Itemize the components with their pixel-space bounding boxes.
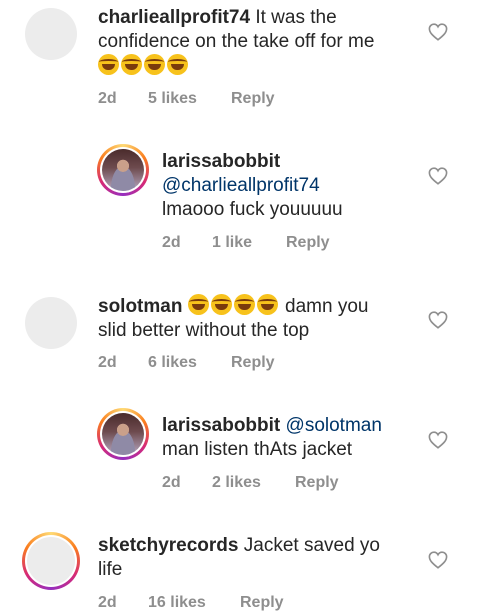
comment-time: 2d — [98, 594, 117, 611]
comment-username[interactable]: larissabobbit — [162, 415, 280, 436]
reply-button[interactable]: Reply — [286, 234, 330, 252]
face-with-tears-of-joy-emoji — [187, 294, 209, 315]
user-avatar[interactable] — [25, 297, 77, 349]
emoji-row — [98, 54, 190, 77]
comment-body-line1: It was the — [255, 7, 337, 28]
heart-outline-icon[interactable] — [428, 551, 448, 569]
comment-username[interactable]: larissabobbit — [162, 151, 280, 172]
reply-button[interactable]: Reply — [240, 594, 284, 612]
comment-text: larissabobbit @solotman man listen thAts… — [162, 414, 422, 462]
face-with-tears-of-joy-emoji — [233, 294, 255, 315]
face-with-tears-of-joy-emoji — [121, 54, 142, 75]
face-with-tears-of-joy-emoji — [98, 54, 119, 75]
comment-body-line2: slid better without the top — [98, 320, 310, 341]
face-with-tears-of-joy-emoji — [210, 294, 232, 315]
comment-username[interactable]: sketchyrecords — [98, 535, 238, 556]
comment-likes[interactable]: 2 likes — [212, 474, 261, 492]
emoji-row — [187, 294, 285, 317]
reply-button[interactable]: Reply — [231, 90, 275, 108]
comment-likes[interactable]: 1 like — [212, 234, 252, 252]
comment-body-line1: damn you — [285, 296, 369, 317]
comment-likes[interactable]: 16 likes — [148, 594, 206, 612]
heart-outline-icon[interactable] — [428, 167, 448, 185]
profile-photo — [102, 149, 144, 191]
comment-likes[interactable]: 5 likes — [148, 90, 197, 108]
comment-body-line2: confidence on the take off for me — [98, 31, 375, 52]
user-avatar[interactable] — [97, 408, 149, 460]
comment-time: 2d — [98, 90, 117, 107]
heart-outline-icon[interactable] — [428, 431, 448, 449]
comment-body: lmaooo fuck youuuuu — [162, 199, 343, 220]
heart-outline-icon[interactable] — [428, 23, 448, 41]
comment-text: sketchyrecords Jacket saved yo life — [98, 534, 418, 582]
profile-photo — [27, 537, 75, 585]
comment-time: 2d — [98, 354, 117, 371]
mention-link[interactable]: @solotman — [286, 415, 382, 436]
comment-likes[interactable]: 6 likes — [148, 354, 197, 372]
face-with-tears-of-joy-emoji — [256, 294, 278, 315]
face-with-tears-of-joy-emoji — [167, 54, 188, 75]
comment-body: man listen thAts jacket — [162, 439, 353, 460]
face-with-tears-of-joy-emoji — [144, 54, 165, 75]
comment-time: 2d — [162, 474, 181, 491]
comment-text: larissabobbit @charlieallprofit74 lmaooo… — [162, 150, 422, 222]
comment-text: solotman damn you slid better without th… — [98, 294, 418, 343]
comment-time: 2d — [162, 234, 181, 251]
comment-username[interactable]: solotman — [98, 296, 182, 317]
comment-text: charlieallprofit74 It was the confidence… — [98, 6, 418, 79]
profile-photo — [102, 413, 144, 455]
mention-link[interactable]: @charlieallprofit74 — [162, 175, 320, 196]
comment-body-line1: Jacket saved yo — [243, 535, 380, 556]
user-avatar[interactable] — [25, 8, 77, 60]
heart-outline-icon[interactable] — [428, 311, 448, 329]
user-avatar[interactable] — [22, 532, 80, 590]
comment-username[interactable]: charlieallprofit74 — [98, 7, 250, 28]
user-avatar[interactable] — [97, 144, 149, 196]
reply-button[interactable]: Reply — [295, 474, 339, 492]
comment-body-line2: life — [98, 559, 123, 580]
reply-button[interactable]: Reply — [231, 354, 275, 372]
